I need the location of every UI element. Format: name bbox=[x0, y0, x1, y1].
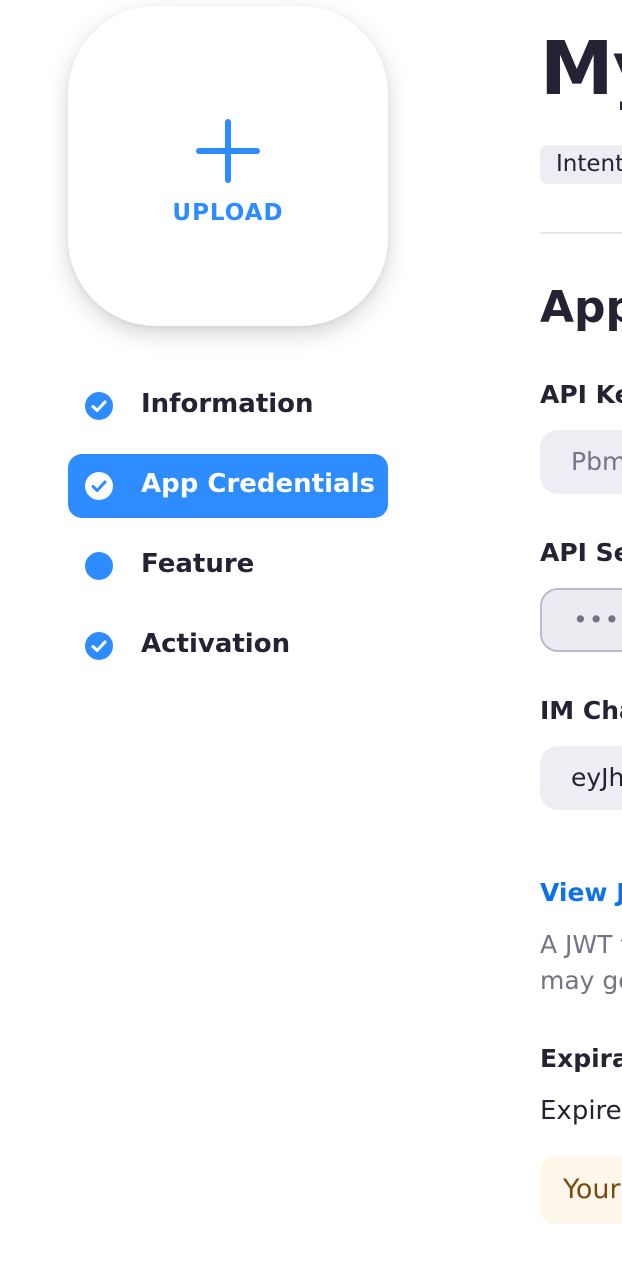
api-key-label: API Key bbox=[540, 380, 622, 409]
check-circle-icon bbox=[85, 632, 113, 660]
nav-item-label: Feature bbox=[141, 549, 255, 579]
api-key-field[interactable]: Pbm bbox=[540, 430, 622, 494]
expiration-label: Expirat bbox=[540, 1044, 622, 1073]
im-chat-label: IM Cha bbox=[540, 696, 622, 725]
api-secret-label: API Sec bbox=[540, 538, 622, 567]
check-circle-icon bbox=[85, 392, 113, 420]
main-content: My Intent App API Key Pbm API Sec ••••••… bbox=[540, 0, 622, 1268]
check-circle-icon bbox=[85, 472, 113, 500]
view-jwt-link[interactable]: View JW bbox=[540, 878, 622, 907]
warning-banner: Your bbox=[540, 1156, 622, 1224]
jwt-desc-line: may go bbox=[540, 966, 622, 995]
expiration-value: Expire bbox=[540, 1096, 622, 1126]
nav-item-label: App Credentials bbox=[141, 469, 375, 499]
nav-item-label: Information bbox=[141, 389, 314, 419]
upload-card[interactable]: UPLOAD bbox=[68, 6, 388, 326]
section-title: App bbox=[540, 282, 622, 333]
upload-label: UPLOAD bbox=[172, 200, 284, 226]
page-title: My bbox=[540, 26, 622, 112]
intent-tag: Intent bbox=[540, 145, 622, 184]
nav-item-feature[interactable]: Feature bbox=[68, 534, 388, 598]
nav-item-information[interactable]: Information bbox=[68, 374, 388, 438]
nav-item-activation[interactable]: Activation bbox=[68, 614, 388, 678]
dot-circle-icon bbox=[85, 552, 113, 580]
jwt-description: A JWT t may go bbox=[540, 927, 622, 999]
nav-item-app-credentials[interactable]: App Credentials bbox=[68, 454, 388, 518]
steps-nav: Information App Credentials Feature Acti… bbox=[68, 374, 388, 694]
nav-item-label: Activation bbox=[141, 629, 291, 659]
im-chat-field[interactable]: eyJh bbox=[540, 746, 622, 810]
divider bbox=[540, 232, 622, 234]
jwt-desc-line: A JWT t bbox=[540, 930, 622, 959]
api-secret-field[interactable]: •••••• bbox=[540, 588, 622, 652]
plus-icon bbox=[68, 6, 388, 326]
